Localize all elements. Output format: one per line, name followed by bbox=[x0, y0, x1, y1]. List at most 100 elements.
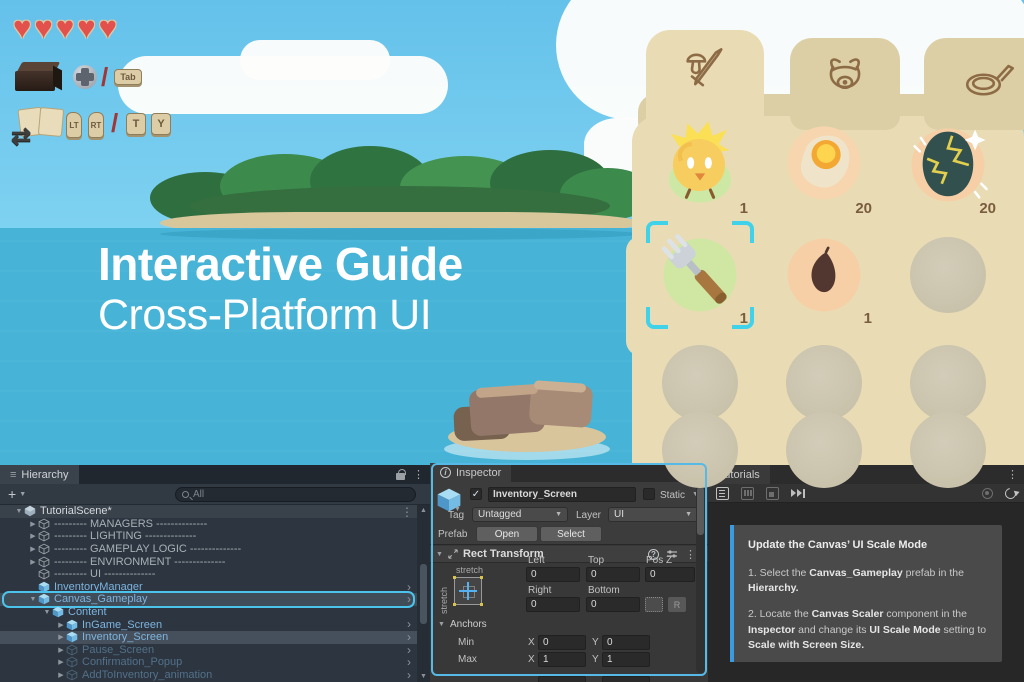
anchor-mode-top: stretch bbox=[456, 565, 484, 575]
pivot-y-field-partial[interactable] bbox=[602, 676, 650, 682]
kebab-menu-icon[interactable]: ⋮ bbox=[413, 468, 424, 481]
min-label: Min bbox=[458, 637, 475, 648]
caret-icon[interactable]: ▶ bbox=[56, 633, 66, 641]
group-icon bbox=[38, 530, 54, 542]
foldout-icon[interactable]: ▼ bbox=[436, 551, 443, 558]
refresh-icon[interactable] bbox=[1002, 485, 1019, 501]
caret-icon[interactable]: ▼ bbox=[42, 609, 52, 616]
map-pages-icon: ⇄ bbox=[11, 106, 65, 150]
hierarchy-row[interactable]: ▼ Content bbox=[0, 606, 417, 619]
inventory-slot-egg[interactable]: 20 bbox=[774, 115, 874, 217]
hierarchy-tab[interactable]: ≡ Hierarchy bbox=[0, 465, 79, 484]
hierarchy-row[interactable]: ▶ AddToInventory_animation › bbox=[0, 668, 417, 682]
max-y-field[interactable]: 1 bbox=[602, 652, 650, 667]
y-label: Y bbox=[592, 654, 599, 665]
scrollbar-thumb[interactable] bbox=[420, 563, 427, 624]
y-label: Y bbox=[592, 637, 599, 648]
caret-icon[interactable]: ▶ bbox=[28, 558, 38, 566]
hierarchy-row[interactable]: ▼ Canvas_Gameplay › bbox=[0, 591, 417, 608]
hierarchy-row[interactable]: InventoryManager › bbox=[0, 580, 417, 594]
caret-icon[interactable]: ▼ bbox=[14, 508, 24, 515]
caret-icon[interactable]: ▶ bbox=[28, 545, 38, 553]
inventory-slot-empty[interactable] bbox=[898, 225, 998, 325]
caret-icon[interactable]: ▼ bbox=[28, 596, 38, 603]
title-line-2: Cross-Platform UI bbox=[98, 291, 432, 340]
right-field[interactable]: 0 bbox=[526, 597, 580, 612]
hierarchy-search-input[interactable]: All bbox=[175, 487, 416, 502]
create-dropdown-icon[interactable]: ▼ bbox=[19, 491, 26, 498]
left-field[interactable]: 0 bbox=[526, 567, 580, 582]
name-field[interactable]: Inventory_Screen bbox=[488, 487, 636, 502]
foldout-icon[interactable]: ▼ bbox=[438, 621, 445, 628]
row-label: AddToInventory_animation bbox=[82, 669, 213, 682]
inspector-scrollbar[interactable] bbox=[696, 485, 705, 673]
tutorial-step: 2. Locate the Canvas Scaler component in… bbox=[748, 608, 987, 651]
inventory-slot-seed[interactable]: 1 bbox=[774, 225, 874, 327]
kebab-menu-icon[interactable]: ⋮ bbox=[685, 548, 696, 561]
lock-icon[interactable] bbox=[396, 469, 406, 480]
hierarchy-row[interactable]: ▶ Confirmation_Popup › bbox=[0, 655, 417, 669]
inspector-tab[interactable]: i Inspector bbox=[430, 463, 512, 482]
prefab-cube-icon bbox=[66, 669, 82, 681]
row-label: Content bbox=[68, 606, 107, 619]
hierarchy-row[interactable]: --------- UI -------------- bbox=[0, 568, 417, 581]
create-button[interactable]: + bbox=[8, 486, 16, 502]
overlay-title: Interactive Guide Cross-Platform UI bbox=[98, 238, 463, 341]
min-x-field[interactable]: 0 bbox=[538, 635, 586, 650]
item-count: 20 bbox=[979, 200, 996, 217]
hierarchy-row[interactable]: ▶ --------- MANAGERS -------------- bbox=[0, 518, 417, 531]
chevron-down-icon: ▼ bbox=[555, 511, 562, 518]
y-key-hint: Y bbox=[151, 113, 171, 135]
hierarchy-row[interactable]: ▶ Pause_Screen › bbox=[0, 643, 417, 657]
anchor-blueprint-button[interactable] bbox=[645, 597, 663, 612]
row-label: --------- MANAGERS -------------- bbox=[54, 517, 208, 530]
pivot-x-field-partial[interactable] bbox=[538, 676, 586, 682]
hierarchy-row[interactable]: ▶ InGame_Screen › bbox=[0, 617, 417, 631]
inventory-slot-fork[interactable]: 1 bbox=[646, 221, 754, 329]
caret-icon[interactable]: ▶ bbox=[56, 658, 66, 666]
anchor-mode-left: stretch bbox=[439, 586, 449, 614]
caret-icon[interactable]: ▶ bbox=[28, 532, 38, 540]
anchors-label: Anchors bbox=[450, 619, 487, 630]
prefab-chevron-icon[interactable]: › bbox=[407, 668, 411, 682]
inventory-slot-chick[interactable]: 1 bbox=[650, 115, 750, 217]
min-y-field[interactable]: 0 bbox=[602, 635, 650, 650]
or-slash: / bbox=[101, 62, 109, 92]
anchor-preset-widget[interactable] bbox=[453, 576, 483, 606]
caret-icon[interactable]: ▶ bbox=[28, 520, 38, 528]
inventory-slot-empty[interactable] bbox=[898, 400, 998, 500]
inventory-slot-dragon-egg[interactable]: 20 bbox=[898, 115, 998, 217]
hierarchy-scene-row[interactable]: ▼ TutorialScene* ⋮ bbox=[0, 505, 417, 519]
prefab-open-button[interactable]: Open bbox=[476, 526, 538, 542]
caret-icon[interactable]: ▶ bbox=[56, 646, 66, 654]
t-key-hint: T bbox=[126, 113, 146, 135]
scroll-up-icon[interactable]: ▲ bbox=[420, 507, 427, 514]
posz-field[interactable]: 0 bbox=[645, 567, 695, 582]
hierarchy-scrollbar[interactable]: ▲ ▼ bbox=[417, 505, 430, 682]
prefab-cube-icon bbox=[66, 656, 82, 668]
tag-dropdown[interactable]: Untagged ▼ bbox=[472, 507, 568, 522]
posz-label: Pos Z bbox=[646, 555, 673, 566]
gamepad-dpad-icon bbox=[73, 65, 97, 89]
island bbox=[150, 146, 655, 236]
prefab-chevron-icon[interactable]: › bbox=[407, 592, 411, 606]
hierarchy-row[interactable]: ▶ --------- GAMEPLAY LOGIC -------------… bbox=[0, 543, 417, 556]
top-label: Top bbox=[588, 555, 605, 566]
scroll-down-icon[interactable]: ▼ bbox=[420, 673, 427, 680]
max-x-field[interactable]: 1 bbox=[538, 652, 586, 667]
inventory-slot-empty[interactable] bbox=[774, 400, 874, 500]
active-checkbox[interactable]: ✓ bbox=[470, 488, 482, 500]
top-field[interactable]: 0 bbox=[586, 567, 640, 582]
caret-icon[interactable]: ▶ bbox=[56, 671, 66, 679]
inventory-slot-empty[interactable] bbox=[650, 400, 750, 500]
layer-dropdown[interactable]: UI ▼ bbox=[608, 507, 698, 522]
hierarchy-row[interactable]: ▶ --------- ENVIRONMENT -------------- bbox=[0, 555, 417, 568]
kebab-menu-icon[interactable]: ⋮ bbox=[1007, 468, 1018, 481]
hierarchy-row[interactable]: ▶ Inventory_Screen › bbox=[0, 630, 417, 644]
raw-edit-button[interactable]: R bbox=[668, 597, 686, 612]
caret-icon[interactable]: ▶ bbox=[56, 621, 66, 629]
prefab-select-button[interactable]: Select bbox=[540, 526, 602, 542]
hierarchy-row[interactable]: ▶ --------- LIGHTING -------------- bbox=[0, 530, 417, 543]
bottom-field[interactable]: 0 bbox=[586, 597, 640, 612]
rock-formation bbox=[438, 380, 616, 464]
